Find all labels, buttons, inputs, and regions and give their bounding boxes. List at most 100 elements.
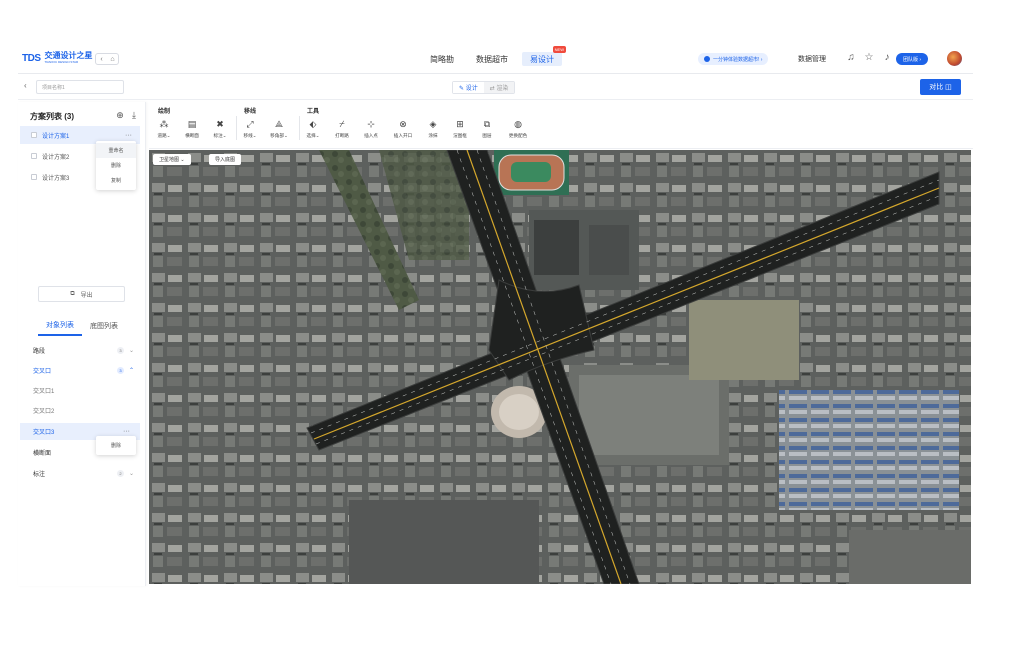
- move-corner-icon: ⟁: [274, 119, 284, 129]
- scheme-checkbox[interactable]: [31, 132, 37, 138]
- nav-item-label: 简略勘: [430, 54, 454, 64]
- map-canvas[interactable]: 卫星地图 ⌄ 导入底图: [149, 150, 971, 584]
- chevron-down-icon[interactable]: ⌄: [129, 470, 134, 477]
- object-count: 3: [117, 347, 124, 354]
- object-count: 3: [117, 367, 124, 374]
- export-label: 导出: [80, 292, 93, 299]
- compare-button[interactable]: 对比 ◫: [920, 79, 961, 95]
- add-scheme-icon[interactable]: ⊕: [113, 110, 127, 121]
- tool-label: 更换配色: [508, 133, 528, 138]
- tool-select[interactable]: ⬖ 选择⌄: [300, 118, 326, 139]
- object-context-menu: 删除: [96, 436, 136, 455]
- tool-cross-section[interactable]: ▤ 横断面: [179, 118, 205, 139]
- object-group-road[interactable]: 路段 3 ⌄: [20, 342, 140, 359]
- tool-change-color[interactable]: ◍ 更换配色: [505, 118, 531, 139]
- tool-move-line[interactable]: ⤢ 移线⌄: [237, 118, 263, 139]
- insert-point-icon: ⊹: [367, 119, 375, 129]
- delete-menu-item[interactable]: 删除: [96, 158, 136, 173]
- list-item[interactable]: 交叉口1: [20, 382, 140, 399]
- tool-label: 道路⌄: [157, 133, 171, 138]
- object-label: 交叉口1: [33, 389, 55, 395]
- scheme-checkbox[interactable]: [31, 153, 37, 159]
- home-icon[interactable]: ⌂: [107, 54, 118, 64]
- break-road-icon: ⌿: [339, 119, 345, 129]
- delete-menu-item[interactable]: 删除: [96, 438, 136, 453]
- scheme-label: 设计方案1: [42, 133, 70, 140]
- object-tabs: 对象列表 底图列表: [18, 316, 146, 336]
- object-count: 2: [117, 470, 124, 477]
- logo-name: 交通设计之星: [44, 51, 93, 60]
- nav-item-survey[interactable]: 简略勘: [422, 52, 462, 66]
- toolbar-group-tools: 工具: [307, 109, 320, 115]
- new-badge: NEW: [552, 46, 566, 53]
- list-item[interactable]: 交叉口2: [20, 402, 140, 419]
- tool-insert-opening[interactable]: ⊗ 插入开口: [390, 118, 416, 139]
- nav-item-label: 数据超市: [476, 54, 508, 64]
- rename-menu-item[interactable]: 重命名: [96, 143, 136, 158]
- download-icon[interactable]: ⤓: [127, 110, 141, 121]
- tool-insert-point[interactable]: ⊹ 插入点: [358, 118, 384, 139]
- tool-label: 涂抹: [428, 133, 438, 138]
- tool-label: 打断路: [335, 133, 349, 138]
- tool-label: 标注⌄: [213, 133, 227, 138]
- tool-road[interactable]: ⁂ 道路⌄: [151, 118, 177, 139]
- design-toolbar: 绘制 移线 工具 ⁂ 道路⌄ ▤ 横断面 ✖ 标注⌄ ⤢ 移线⌄ ⟁ 移角部⌄ ⬖ 选择⌄ …: [149, 102, 973, 149]
- object-label: 交叉口2: [33, 409, 55, 415]
- logo-mark: TDS: [22, 52, 41, 64]
- tool-layers[interactable]: ⧉ 图层: [474, 118, 500, 139]
- tool-move-corner[interactable]: ⟁ 移角部⌄: [266, 118, 292, 139]
- scheme-panel: 方案列表 (3) ⊕ ⤓ 设计方案1 ··· 设计方案2 设计方案3 重命名 删…: [18, 102, 146, 586]
- object-group-annotation[interactable]: 标注 2 ⌄: [20, 465, 140, 482]
- avatar[interactable]: [947, 51, 962, 66]
- tool-label: 移角部⌄: [270, 133, 288, 138]
- chevron-down-icon[interactable]: ⌄: [129, 347, 134, 354]
- tab-basemap-list[interactable]: 底图列表: [82, 316, 126, 336]
- back-button[interactable]: ‹: [24, 81, 27, 90]
- nav-item-data-market[interactable]: 数据超市: [468, 52, 516, 66]
- star-icon[interactable]: ☆: [860, 52, 878, 63]
- tool-break-road[interactable]: ⌿ 打断路: [329, 118, 355, 139]
- mode-toggle: ✎ 设计 ⇄ 渲染: [452, 81, 516, 94]
- nav-item-label: 易设计: [530, 54, 554, 64]
- tool-smear[interactable]: ◈ 涂抹: [420, 118, 446, 139]
- render-mode-tab[interactable]: ⇄ 渲染: [483, 82, 515, 93]
- back-icon[interactable]: ‹: [96, 54, 107, 64]
- chevron-up-icon[interactable]: ⌃: [129, 367, 134, 374]
- data-management-link[interactable]: 数据管理: [798, 54, 826, 64]
- tool-label: 插入点: [364, 133, 378, 138]
- cross-section-icon: ▤: [187, 119, 197, 129]
- app-window: TDS 交通设计之星 TRAFFIC DESIGN STAR ‹ ⌂ 简略勘 数…: [18, 44, 973, 586]
- select-icon: ⬖: [309, 119, 317, 129]
- object-group-intersection[interactable]: 交叉口 3 ⌃: [20, 362, 140, 379]
- import-basemap-button[interactable]: 导入底图: [209, 154, 242, 165]
- tool-render-frame[interactable]: ⊞ 渲图框: [447, 118, 473, 139]
- smear-icon: ◈: [429, 119, 437, 129]
- promo-banner[interactable]: 一分钟体验数据超市! ›: [698, 53, 769, 65]
- palette-icon: ◍: [514, 119, 522, 129]
- headset-icon[interactable]: ♫: [842, 52, 860, 63]
- basemap-select[interactable]: 卫星地图 ⌄: [153, 154, 191, 165]
- design-mode-tab[interactable]: ✎ 设计: [453, 82, 484, 93]
- more-icon[interactable]: ···: [125, 132, 132, 139]
- app-logo[interactable]: TDS 交通设计之星 TRAFFIC DESIGN STAR: [22, 52, 93, 64]
- move-line-icon: ⤢: [246, 119, 254, 129]
- nav-item-easy-design[interactable]: 易设计 NEW: [522, 46, 566, 66]
- bell-icon[interactable]: ♪: [878, 52, 896, 63]
- scheme-checkbox[interactable]: [31, 174, 37, 180]
- top-navigation-bar: TDS 交通设计之星 TRAFFIC DESIGN STAR ‹ ⌂ 简略勘 数…: [18, 44, 973, 74]
- tool-annotation[interactable]: ✖ 标注⌄: [207, 118, 233, 139]
- copy-menu-item[interactable]: 复制: [96, 173, 136, 188]
- layers-icon: ⧉: [483, 119, 491, 129]
- tab-object-list[interactable]: 对象列表: [38, 316, 82, 336]
- scheme-label: 设计方案2: [42, 154, 70, 161]
- export-button[interactable]: ⧉ 导出: [38, 286, 125, 302]
- annotation-icon: ✖: [216, 119, 224, 129]
- object-label: 路段: [33, 349, 46, 355]
- scheme-context-menu: 重命名 删除 复制: [96, 141, 136, 190]
- tool-label: 图层: [482, 133, 492, 138]
- object-label: 横断面: [33, 451, 52, 457]
- more-icon[interactable]: ···: [123, 428, 130, 435]
- project-name-input[interactable]: 项目名称1: [36, 80, 124, 94]
- team-edition-button[interactable]: 团队版 ›: [896, 53, 929, 65]
- scheme-list-title: 方案列表 (3): [30, 112, 74, 121]
